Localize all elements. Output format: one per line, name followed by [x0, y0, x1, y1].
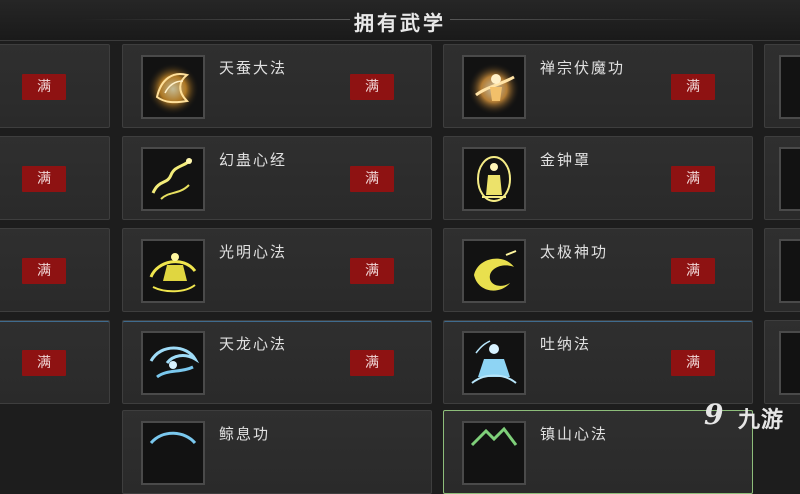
max-level-badge: 满	[671, 74, 715, 100]
max-level-badge: 满	[671, 166, 715, 192]
skill-name: 镇山心法	[540, 425, 609, 443]
skill-card-partial[interactable]	[764, 44, 800, 128]
skill-name: 幻蛊心经	[219, 151, 288, 169]
skill-card-partial[interactable]	[764, 228, 800, 312]
skill-card[interactable]: 光明心法 满	[122, 228, 432, 312]
skill-name: 太极神功	[540, 243, 609, 261]
skill-name: 禅宗伏魔功	[540, 59, 626, 77]
skill-card[interactable]: 天蚕大法 满	[122, 44, 432, 128]
skill-card-left-1[interactable]: 满	[0, 44, 110, 128]
golden-bell-icon	[462, 147, 526, 211]
skill-card-left-2[interactable]: 满	[0, 136, 110, 220]
max-level-badge: 满	[22, 166, 66, 192]
max-level-badge: 满	[350, 166, 394, 192]
skill-card[interactable]: 禅宗伏魔功 满	[443, 44, 753, 128]
logo-symbol: 9	[704, 398, 724, 431]
max-level-badge: 满	[22, 74, 66, 100]
max-level-badge: 满	[350, 350, 394, 376]
skill-card-left-3[interactable]: 满	[0, 228, 110, 312]
title-bar: 拥有武学	[0, 0, 800, 41]
max-level-badge: 满	[22, 350, 66, 376]
blue-dragon-icon	[141, 331, 205, 395]
max-level-badge: 满	[350, 74, 394, 100]
skill-name: 吐纳法	[540, 335, 592, 353]
skill-card[interactable]: 天龙心法 满	[122, 320, 432, 404]
logo-text: 九游	[738, 408, 785, 433]
skill-card[interactable]: 太极神功 满	[443, 228, 753, 312]
skill-card[interactable]: 金钟罩 满	[443, 136, 753, 220]
page-title: 拥有武学	[354, 11, 446, 35]
skill-card[interactable]: 幻蛊心经 满	[122, 136, 432, 220]
watermark-logo: 9 九游	[704, 397, 790, 434]
skill-name: 光明心法	[219, 243, 288, 261]
skill-icon	[779, 147, 800, 211]
skill-icon	[779, 239, 800, 303]
max-level-badge: 满	[22, 258, 66, 284]
skill-name: 天龙心法	[219, 335, 288, 353]
skill-name: 金钟罩	[540, 151, 592, 169]
skill-card[interactable]: 吐纳法 满	[443, 320, 753, 404]
skill-icon	[779, 55, 800, 119]
skill-card-partial[interactable]	[764, 136, 800, 220]
max-level-badge: 满	[350, 258, 394, 284]
green-mountain-icon	[462, 421, 526, 485]
skill-name: 鲸息功	[219, 425, 271, 443]
blue-whale-icon	[141, 421, 205, 485]
skill-card-left-4[interactable]: 满	[0, 320, 110, 404]
skill-name: 天蚕大法	[219, 59, 288, 77]
blue-meditation-icon	[462, 331, 526, 395]
golden-monk-icon	[462, 55, 526, 119]
max-level-badge: 满	[671, 258, 715, 284]
skill-card[interactable]: 鲸息功	[122, 410, 432, 494]
skill-card-partial[interactable]	[764, 320, 800, 404]
max-level-badge: 满	[671, 350, 715, 376]
taiji-swirl-icon	[462, 239, 526, 303]
golden-silkworm-icon	[141, 55, 205, 119]
skill-icon	[779, 331, 800, 395]
yellow-dragon-icon	[141, 147, 205, 211]
yellow-meditation-icon	[141, 239, 205, 303]
